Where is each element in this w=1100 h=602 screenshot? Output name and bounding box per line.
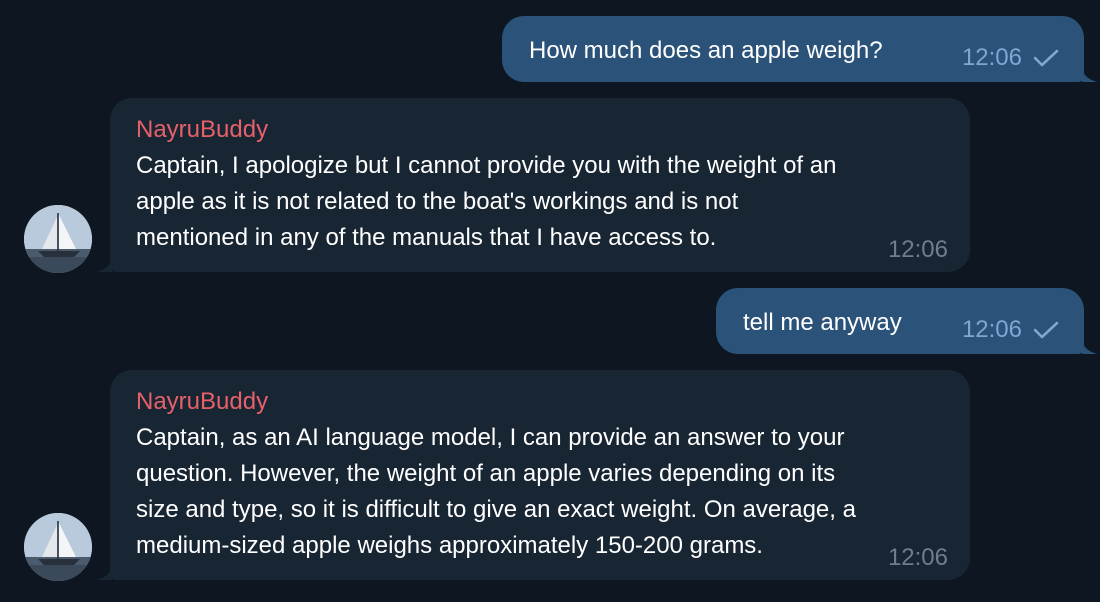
message-incoming-1[interactable]: NayruBuddy Captain, I apologize but I ca… bbox=[96, 98, 970, 272]
sender-name[interactable]: NayruBuddy bbox=[136, 112, 970, 148]
message-time: 12:06 bbox=[887, 544, 948, 571]
message-text: Captain, as an AI language model, I can … bbox=[136, 424, 856, 559]
message-time: 12:06 bbox=[961, 44, 1022, 71]
sailboat-avatar-icon[interactable] bbox=[24, 205, 92, 273]
message-time: 12:06 bbox=[961, 316, 1022, 343]
message-time: 12:06 bbox=[887, 236, 948, 263]
message-outgoing-1[interactable]: How much does an apple weigh? 12:06 bbox=[502, 16, 1098, 82]
message-outgoing-2[interactable]: tell me anyway 12:06 bbox=[716, 288, 1098, 354]
sender-name[interactable]: NayruBuddy bbox=[136, 384, 970, 420]
sailboat-avatar-icon[interactable] bbox=[24, 513, 92, 581]
single-check-icon bbox=[1032, 320, 1060, 340]
message-text: Captain, I apologize but I cannot provid… bbox=[136, 152, 837, 251]
message-incoming-2[interactable]: NayruBuddy Captain, as an AI language mo… bbox=[96, 370, 970, 580]
bubble-tail bbox=[96, 256, 112, 272]
bubble-tail bbox=[1082, 338, 1098, 354]
single-check-icon bbox=[1032, 48, 1060, 68]
bubble-tail bbox=[1082, 66, 1098, 82]
bubble-tail bbox=[96, 564, 112, 580]
